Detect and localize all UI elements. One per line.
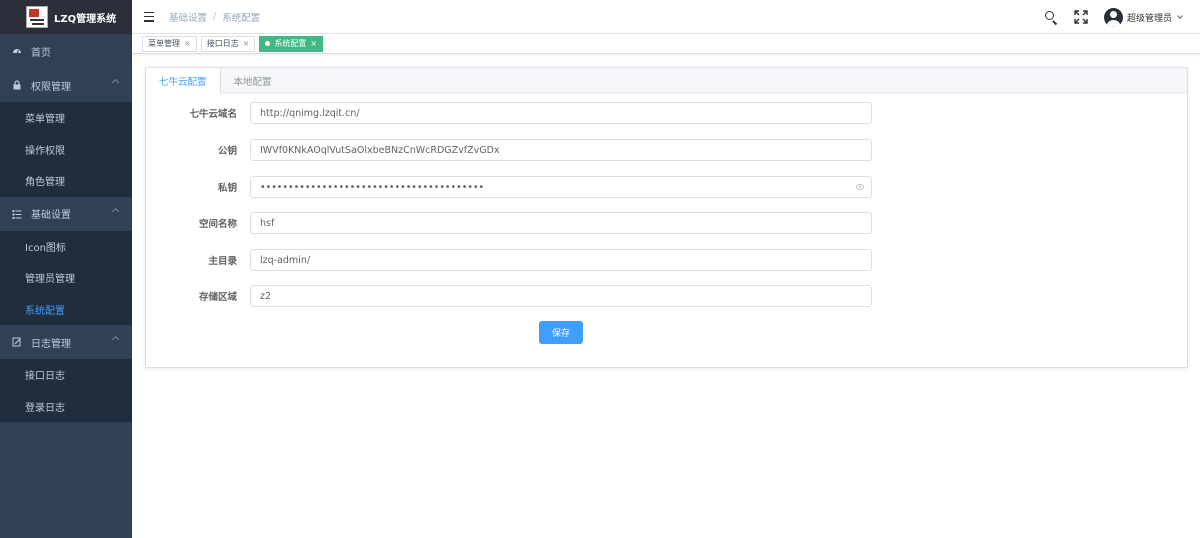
navbar: 基础设置 / 系统配置 超级管理员 [132, 0, 1200, 34]
sidebar-group-permissions[interactable]: 权限管理 [0, 68, 132, 102]
dashboard-icon [12, 46, 22, 56]
field-label: 私钥 [217, 183, 237, 194]
sidebar-item-api-logs[interactable]: 接口日志 [0, 359, 132, 391]
search-icon[interactable] [1044, 10, 1058, 26]
eye-icon[interactable] [856, 184, 864, 190]
field-label: 主目录 [208, 256, 237, 267]
sidebar-item-menu-management[interactable]: 菜单管理 [0, 102, 132, 134]
config-card: 七牛云配置 本地配置 七牛云域名 http://qnimg.lzqit.cn/ … [145, 67, 1188, 368]
breadcrumb-current: 系统配置 [222, 12, 261, 24]
sidebar-group-label: 基础设置 [31, 210, 71, 221]
app-title: LZQ管理系统 [54, 13, 117, 25]
chevron-up-icon [111, 78, 120, 87]
private-key-input[interactable]: •••••••••••••••••••••••••••••••••••••••• [250, 176, 872, 198]
tag-menu-management[interactable]: 菜单管理 × [142, 35, 197, 52]
submenu-basic-settings: Icon图标 管理员管理 系统配置 [0, 230, 132, 326]
app-root: LZQ管理系统 首页 权限管理 菜单管理 操作权限 角色管理 基础设置 Icon… [0, 0, 1200, 538]
breadcrumb: 基础设置 / 系统配置 [169, 10, 260, 24]
tag-system-config[interactable]: 系统配置 × [259, 35, 324, 52]
fullscreen-icon[interactable] [1074, 10, 1088, 24]
sidebar: LZQ管理系统 首页 权限管理 菜单管理 操作权限 角色管理 基础设置 Icon… [0, 0, 132, 538]
chevron-up-icon [111, 207, 120, 215]
sidebar-item-role-management[interactable]: 角色管理 [0, 165, 132, 197]
close-icon[interactable]: × [184, 39, 191, 48]
tab-local-config[interactable]: 本地配置 [221, 68, 285, 93]
form-row-public-key: 公钥 IWVf0KNkAOqlVutSaOlxbeBNzCnWcRDGZvfZv… [146, 139, 872, 161]
breadcrumb-separator: / [213, 11, 217, 22]
form-row-bucket: 空间名称 hsf [146, 212, 872, 234]
sidebar-logo[interactable]: LZQ管理系统 [0, 0, 132, 34]
field-label: 公钥 [217, 146, 237, 157]
form-row-root-dir: 主目录 lzq-admin/ [146, 249, 872, 271]
field-label: 七牛云域名 [189, 109, 237, 120]
storage-region-input[interactable]: z2 [250, 285, 872, 307]
sidebar-item-admin-management[interactable]: 管理员管理 [0, 262, 132, 294]
navbar-right: 超级管理员 [1044, 0, 1200, 34]
sidebar-item-icons[interactable]: Icon图标 [0, 231, 132, 263]
tag-label: 接口日志 [206, 39, 239, 48]
sidebar-group-basic-settings[interactable]: 基础设置 [0, 197, 132, 231]
list-icon [12, 209, 22, 219]
form-row-domain: 七牛云域名 http://qnimg.lzqit.cn/ [146, 102, 872, 124]
sidebar-item-system-config[interactable]: 系统配置 [0, 294, 132, 326]
sidebar-item-label: 首页 [31, 47, 51, 59]
username[interactable]: 超级管理员 [1127, 11, 1172, 24]
save-button[interactable]: 保存 [539, 321, 583, 344]
sidebar-item-operation-permissions[interactable]: 操作权限 [0, 134, 132, 166]
tags-view: 菜单管理 × 接口日志 × 系统配置 × [132, 34, 1200, 54]
breadcrumb-item[interactable]: 基础设置 [169, 10, 207, 24]
submenu-logs: 接口日志 登录日志 [0, 359, 132, 422]
chevron-up-icon [111, 335, 120, 344]
chevron-down-icon[interactable] [1177, 12, 1183, 19]
root-directory-input[interactable]: lzq-admin/ [250, 249, 872, 271]
sidebar-group-logs[interactable]: 日志管理 [0, 325, 132, 359]
field-label: 存储区域 [198, 292, 237, 303]
avatar[interactable] [1103, 7, 1123, 27]
field-label: 空间名称 [198, 219, 237, 230]
edit-document-icon [12, 337, 22, 347]
bucket-name-input[interactable]: hsf [250, 212, 872, 234]
close-icon[interactable]: × [310, 39, 317, 48]
sidebar-item-home[interactable]: 首页 [0, 34, 132, 68]
private-key-value: •••••••••••••••••••••••••••••••••••••••• [260, 181, 485, 193]
hamburger-icon[interactable] [144, 11, 154, 22]
close-icon[interactable]: × [243, 39, 250, 48]
sidebar-group-label: 权限管理 [31, 81, 71, 93]
sidebar-group-label: 日志管理 [31, 338, 71, 350]
tag-api-logs[interactable]: 接口日志 × [200, 35, 256, 52]
logo-image [26, 6, 48, 28]
public-key-input[interactable]: IWVf0KNkAOqlVutSaOlxbeBNzCnWcRDGZvfZvGDx [250, 139, 872, 161]
form-row-private-key: 私钥 •••••••••••••••••••••••••••••••••••••… [146, 176, 872, 198]
domain-input[interactable]: http://qnimg.lzqit.cn/ [250, 102, 872, 124]
form-row-region: 存储区域 z2 [146, 285, 872, 307]
sidebar-item-login-logs[interactable]: 登录日志 [0, 391, 132, 423]
tab-bar: 七牛云配置 本地配置 [146, 68, 1187, 94]
lock-icon [12, 80, 22, 90]
tag-label: 系统配置 [274, 39, 307, 48]
active-dot-icon [265, 41, 271, 46]
submenu-permissions: 菜单管理 操作权限 角色管理 [0, 102, 132, 197]
tab-qiniu-config[interactable]: 七牛云配置 [146, 68, 221, 94]
tag-label: 菜单管理 [148, 39, 180, 48]
